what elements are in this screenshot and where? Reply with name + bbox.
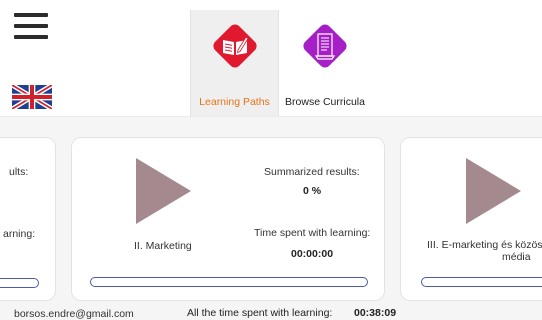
user-email: borsos.endre@gmail.com (14, 308, 134, 320)
hamburger-line (14, 24, 48, 28)
hamburger-menu-icon[interactable] (14, 13, 48, 39)
document-scroll-icon (303, 24, 347, 68)
learning-path-card[interactable]: III. E-marketing és közöss média (400, 137, 542, 301)
learning-path-card[interactable]: II. Marketing Summarized results: 0 % Ti… (71, 137, 385, 301)
play-icon[interactable] (136, 158, 191, 224)
open-book-pencil-icon (212, 24, 257, 68)
course-title: II. Marketing (134, 240, 192, 252)
learning-path-card[interactable]: ults: arning: (0, 137, 56, 301)
learning-paths-carousel: ults: arning: II. Marketing Summarized r… (0, 116, 542, 320)
top-navigation-bar: Learning Paths Browse Curricula (0, 0, 542, 116)
progress-bar (90, 277, 368, 287)
hamburger-line (14, 35, 48, 39)
results-label: ults: (9, 166, 29, 178)
course-title-line2: média (502, 251, 531, 263)
tab-learning-paths[interactable]: Learning Paths (190, 10, 279, 116)
tab-browse-curricula[interactable]: Browse Curricula (280, 10, 370, 116)
total-time-value: 00:38:09 (354, 307, 397, 319)
uk-flag-icon[interactable] (12, 85, 52, 109)
progress-bar (421, 277, 542, 287)
total-time-label: All the time spent with learning: (187, 307, 333, 319)
course-title-line1: III. E-marketing és közöss (427, 239, 542, 251)
tab-browse-curricula-label: Browse Curricula (285, 96, 365, 108)
results-value: 0 % (303, 185, 322, 197)
play-icon[interactable] (466, 158, 521, 224)
time-label: arning: (3, 228, 36, 240)
results-label: Summarized results: (264, 166, 360, 178)
time-label: Time spent with learning: (254, 227, 371, 239)
hamburger-line (14, 13, 48, 17)
time-value: 00:00:00 (291, 248, 334, 260)
progress-bar (0, 278, 39, 288)
tab-learning-paths-label: Learning Paths (199, 96, 270, 108)
